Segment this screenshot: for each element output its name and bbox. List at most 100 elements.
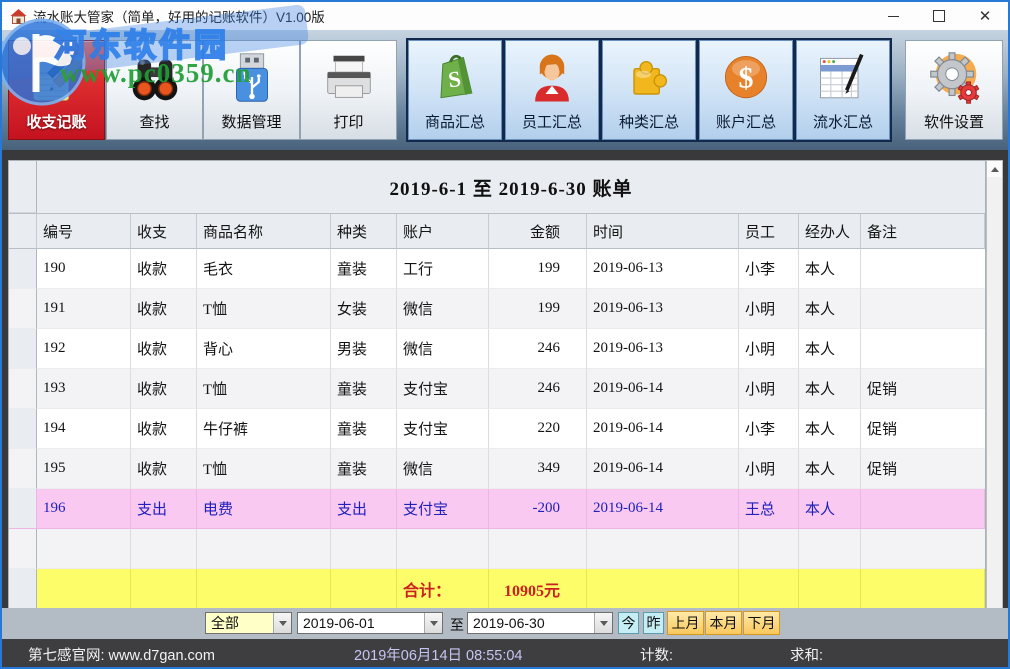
prev-month-button[interactable]: 上月 — [667, 611, 704, 635]
app-house-icon — [10, 9, 27, 24]
column-header-account[interactable]: 账户 — [397, 214, 489, 249]
cell-handler — [799, 529, 861, 569]
status-count-label: 计数: — [640, 644, 673, 665]
cell-date: 2019-06-14 — [587, 369, 739, 409]
date-from-select[interactable]: 2019-06-01 — [297, 612, 443, 634]
cell-handler: 本人 — [799, 409, 861, 449]
toolbar-button-product-summary[interactable]: S 商品汇总 — [408, 40, 502, 140]
toolbar-button-data-manage[interactable]: 数据管理 — [203, 40, 300, 140]
cell-handler: 本人 — [799, 369, 861, 409]
gears-icon — [923, 46, 985, 111]
cell-amount — [489, 529, 587, 569]
titlebar: 流水账大管家（简单，好用的记账软件）V1.00版 ✕ — [2, 2, 1008, 30]
toolbar-button-account-summary[interactable]: $ 账户汇总 — [699, 40, 793, 140]
cell-note — [861, 289, 985, 329]
cell-category: 男装 — [331, 329, 397, 369]
column-header-amount[interactable]: 金额 — [489, 214, 587, 249]
cell-category: 童装 — [331, 409, 397, 449]
scope-select[interactable]: 全部 — [205, 612, 292, 634]
yesterday-button[interactable]: 昨 — [643, 612, 664, 634]
cell-note: 促销 — [861, 409, 985, 449]
date-from-value: 2019-06-01 — [303, 615, 375, 631]
statement-title: 2019-6-1 至 2019-6-30 账单 — [37, 161, 985, 213]
cell-date: 2019-06-13 — [587, 249, 739, 289]
toolbar-button-search[interactable]: 查找 — [106, 40, 203, 140]
date-to-value: 2019-06-30 — [473, 615, 545, 631]
minimize-button[interactable] — [870, 2, 916, 30]
vertical-scrollbar[interactable] — [986, 160, 1003, 638]
cell-amount: 199 — [489, 249, 587, 289]
puzzle-icon — [619, 46, 679, 111]
status-bar: 第七感官网: www.d7gan.com 2019年06月14日 08:55:0… — [2, 639, 1008, 667]
cell-amount: 349 — [489, 449, 587, 489]
maximize-button[interactable] — [916, 2, 962, 30]
cell-type: 收款 — [131, 289, 197, 329]
this-month-button[interactable]: 本月 — [705, 611, 742, 635]
row-selector[interactable] — [9, 449, 37, 489]
toolbar-button-label: 商品汇总 — [425, 111, 485, 132]
cell-product: 毛衣 — [197, 249, 331, 289]
column-header-employee[interactable]: 员工 — [739, 214, 799, 249]
table-row[interactable]: 193收款T恤童装支付宝2462019-06-14小明本人促销 — [9, 369, 985, 409]
table-row[interactable]: 192收款背心男装微信2462019-06-13小明本人 — [9, 329, 985, 369]
cell-id: 193 — [37, 369, 131, 409]
today-button[interactable]: 今 — [618, 612, 639, 634]
scroll-up-button[interactable] — [987, 161, 1002, 177]
table-row[interactable]: 190收款毛衣童装工行1992019-06-13小李本人 — [9, 249, 985, 289]
column-header-category[interactable]: 种类 — [331, 214, 397, 249]
row-selector[interactable] — [9, 289, 37, 329]
cell-type: 收款 — [131, 329, 197, 369]
statement-title-row: 2019-6-1 至 2019-6-30 账单 — [9, 161, 985, 214]
row-selector[interactable] — [9, 249, 37, 289]
toolbar-button-flow-summary[interactable]: 流水汇总 — [796, 40, 890, 140]
cell-handler: 本人 — [799, 489, 861, 529]
cell-date: 2019-06-14 — [587, 489, 739, 529]
toolbar-button-label: 打印 — [333, 111, 363, 132]
column-header-id[interactable]: 编号 — [37, 214, 131, 249]
row-selector[interactable] — [9, 489, 37, 529]
cell-handler: 本人 — [799, 249, 861, 289]
row-selector[interactable] — [9, 369, 37, 409]
toolbar-button-label: 员工汇总 — [522, 111, 582, 132]
next-month-button[interactable]: 下月 — [743, 611, 780, 635]
empty-row[interactable] — [9, 529, 985, 569]
row-selector[interactable] — [9, 409, 37, 449]
cell-handler: 本人 — [799, 289, 861, 329]
column-header-product[interactable]: 商品名称 — [197, 214, 331, 249]
table-header: 编号 收支 商品名称 种类 账户 金额 时间 员工 经办人 备注 — [9, 214, 985, 249]
row-selector-header[interactable] — [9, 214, 37, 249]
toolbar-button-category-summary[interactable]: 种类汇总 — [602, 40, 696, 140]
row-selector[interactable] — [9, 529, 37, 569]
table-row[interactable]: 194收款牛仔裤童装支付宝2202019-06-14小李本人促销 — [9, 409, 985, 449]
minimize-icon — [888, 16, 899, 17]
toolbar-button-label: 种类汇总 — [619, 111, 679, 132]
table-row[interactable]: 195收款T恤童装微信3492019-06-14小明本人促销 — [9, 449, 985, 489]
column-header-date[interactable]: 时间 — [587, 214, 739, 249]
toolbar-button-income-expense[interactable]: 收支记账 — [8, 40, 105, 140]
toolbar-button-settings[interactable]: 软件设置 — [905, 40, 1003, 140]
cell-note — [861, 529, 985, 569]
spreadsheet-pen-icon — [813, 46, 873, 111]
status-datetime: 2019年06月14日 08:55:04 — [354, 644, 522, 665]
row-selector[interactable] — [9, 329, 37, 369]
column-header-note[interactable]: 备注 — [861, 214, 985, 249]
date-to-select[interactable]: 2019-06-30 — [467, 612, 613, 634]
column-header-type[interactable]: 收支 — [131, 214, 197, 249]
table-body: 190收款毛衣童装工行1992019-06-13小李本人191收款T恤女装微信1… — [9, 249, 985, 569]
cell-account: 支付宝 — [397, 409, 489, 449]
cell-account: 支付宝 — [397, 489, 489, 529]
window-controls: ✕ — [870, 2, 1008, 30]
cell-date: 2019-06-13 — [587, 289, 739, 329]
column-header-handler[interactable]: 经办人 — [799, 214, 861, 249]
close-button[interactable]: ✕ — [962, 2, 1008, 30]
table-row[interactable]: 191收款T恤女装微信1992019-06-13小明本人 — [9, 289, 985, 329]
cell-account: 工行 — [397, 249, 489, 289]
cell-note — [861, 329, 985, 369]
scope-select-value: 全部 — [211, 613, 239, 633]
table-row[interactable]: 196支出电费支出支付宝-2002019-06-14王总本人 — [9, 489, 985, 529]
toolbar-button-print[interactable]: 打印 — [300, 40, 397, 140]
cell-id — [37, 529, 131, 569]
toolbar-button-employee-summary[interactable]: 员工汇总 — [505, 40, 599, 140]
dollar-circle-icon: $ — [716, 46, 776, 111]
toolbar-button-label: 收支记账 — [26, 111, 86, 132]
